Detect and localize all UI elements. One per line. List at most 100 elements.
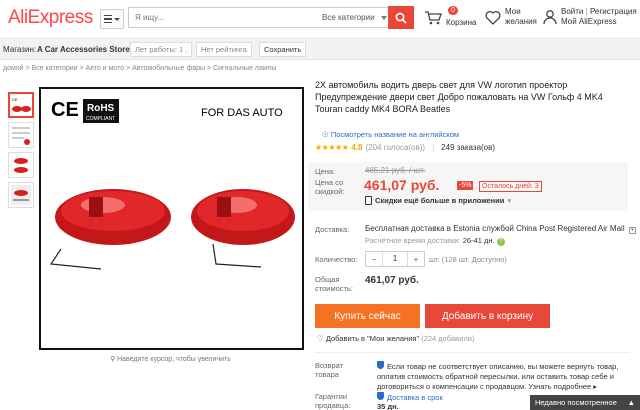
chevron-down-icon: ▾ [628,227,636,234]
chevron-down-icon [380,15,387,20]
shield-icon [377,392,384,400]
cart-icon [425,10,442,24]
breadcrumb[interactable]: домой > Все категории > Авто и мото > Ав… [3,65,276,72]
thumbnail-3[interactable] [8,152,34,178]
add-to-wishlist-text: Добавить в "Мои желания" [325,334,420,343]
search-button[interactable] [388,6,414,29]
zoom-hint: ⚲ Наведите курсор, чтобы увеличить [110,355,231,363]
delivery-label: Доставка: [315,225,350,234]
user-icon [543,10,557,25]
thumbnail-image [12,127,30,145]
discounted-price: 461,07 руб. [364,177,440,193]
quantity-stepper: − 1 + [365,251,425,267]
my-aliexpress-link[interactable]: Мой AliExpress [561,17,637,27]
recently-viewed-bar[interactable]: Недавно посмотренное ▲ [530,395,640,410]
cart-count-badge: 0 [448,6,458,15]
register-link[interactable]: Регистрация [590,7,637,16]
delivery-eta-label: Расчётное время доставки: [365,236,461,245]
guarantee-label: Гарантии продавца: [315,392,351,410]
heart-icon: ♡ [317,334,324,343]
quantity-input[interactable]: 1 [382,252,408,266]
category-select[interactable]: Все категории [318,7,388,28]
divider [315,352,630,353]
chevron-down-icon [114,17,120,21]
rating-votes[interactable]: (204 голоса(ов)) [365,143,425,152]
delivery-eta: Расчётное время доставки: 26-41 дн. ? [365,236,505,246]
discount-badge: -5% [457,181,474,190]
app-discount-text: Скидки ещё больше в приложении [375,196,505,205]
account-menu[interactable]: Войти | Регистрация Мой AliExpress [543,7,637,27]
globe-icon: ☉ [322,130,329,139]
main-product-image[interactable]: CE RoHS COMPLIANT FOR DAS AUTO [39,87,304,350]
heart-icon [485,10,501,25]
add-to-cart-button[interactable]: Добавить в корзину [425,304,550,328]
star-rating-icon: ★★★★★ [315,143,349,152]
quantity-available: шт. (128 шт. Доступно) [429,255,507,264]
store-label: Магазин: [3,45,37,54]
phone-icon [365,196,372,205]
rohs-mark: RoHS [87,103,115,114]
learn-more-link[interactable]: Узнать подробнее ▸ [528,382,597,391]
search-icon [395,12,407,24]
translate-title-link[interactable]: ☉ Посмотреть название на английском [322,130,459,139]
store-rating: Нет рейтинга [196,42,252,57]
thumbnail-4[interactable] [8,182,34,208]
ce-mark: CE [51,99,79,121]
days-left-badge: Осталось дней: 3 [479,181,542,192]
thumbnail-1[interactable]: CE [8,92,34,118]
thumbnail-image [14,158,28,173]
increase-button[interactable]: + [408,255,424,264]
zoom-hint-text: Наведите курсор, чтобы увеличить [117,356,231,363]
quantity-label: Количество: [315,255,358,264]
help-icon[interactable]: ? [496,238,505,246]
return-policy: Если товар не соответствует описанию, вы… [377,361,632,392]
store-bar: Магазин: A Car Accessories Store Лет раб… [0,38,640,60]
thumbnail-image: CE [12,97,31,112]
delivery-method[interactable]: Бесплатная доставка в Estonia службой Ch… [365,224,636,234]
return-label: Возврат товара [315,361,344,379]
discount-price-label: Цена со скидкой: [315,178,345,196]
store-years: Лет работы: 1 . [130,42,193,57]
wishlist-count: (224 добавили) [421,334,475,343]
aliexpress-logo[interactable]: AliExpress [8,7,93,29]
seller-guarantee: Доставка в срок 35 дн. [377,392,443,410]
save-store-button[interactable]: Сохранить [259,42,307,57]
thumbnail-2[interactable] [8,122,34,148]
app-discount-link[interactable]: Скидки ещё больше в приложении ▾ [365,196,511,205]
login-link[interactable]: Войти [561,7,583,16]
categories-menu-button[interactable] [100,9,124,29]
old-price: 485,21 руб. / шт. [365,166,426,175]
guarantee-days: 35 дн. [377,402,399,410]
buy-now-button[interactable]: Купить сейчас [315,304,420,328]
wish-label-2: желания [505,17,537,26]
rating-value: 4.8 [351,143,363,152]
cart-label: Корзина [446,18,477,27]
price-label: Цена: [315,167,336,176]
delivery-method-text: Бесплатная доставка в Estonia службой Ch… [365,224,625,233]
shield-icon [377,361,384,369]
recently-viewed-label: Недавно посмотренное [535,398,617,407]
decrease-button[interactable]: − [366,255,382,264]
total-price: 461,07 руб. [365,275,419,286]
learn-more-text: Узнать подробнее [528,382,592,391]
store-name-link[interactable]: A Car Accessories Store [37,45,130,54]
wish-label-1: Мои [505,7,521,16]
image-brand-text: FOR DAS AUTO [201,107,283,119]
thumbnail-image [11,185,31,205]
product-photo: CE RoHS COMPLIANT FOR DAS AUTO [49,99,295,270]
add-to-wishlist-link[interactable]: ♡ Добавить в "Мои желания" (224 добавили… [317,334,474,343]
total-label: Общая стоимость: [315,275,353,293]
wishlist-link[interactable]: Мои желания [485,7,537,27]
product-title: 2X автомобиль водить дверь свет для VW л… [315,80,603,114]
cart-link[interactable]: 0 Корзина [424,6,477,28]
translate-title-text: Посмотреть название на английском [330,130,460,139]
guarantee-title: Доставка в срок [387,393,443,402]
orders-count: 249 заказа(ов) [441,143,496,152]
rohs-sub: COMPLIANT [86,116,115,122]
delivery-eta-value: 26-41 дн. [462,236,495,245]
svg-text:CE: CE [12,97,18,102]
rating-row: ★★★★★ 4.8 (204 голоса(ов)) | 249 заказа(… [315,143,496,152]
menu-icon [104,14,112,24]
chevron-down-icon: ▾ [507,196,512,205]
category-select-label: Все категории [322,13,375,22]
